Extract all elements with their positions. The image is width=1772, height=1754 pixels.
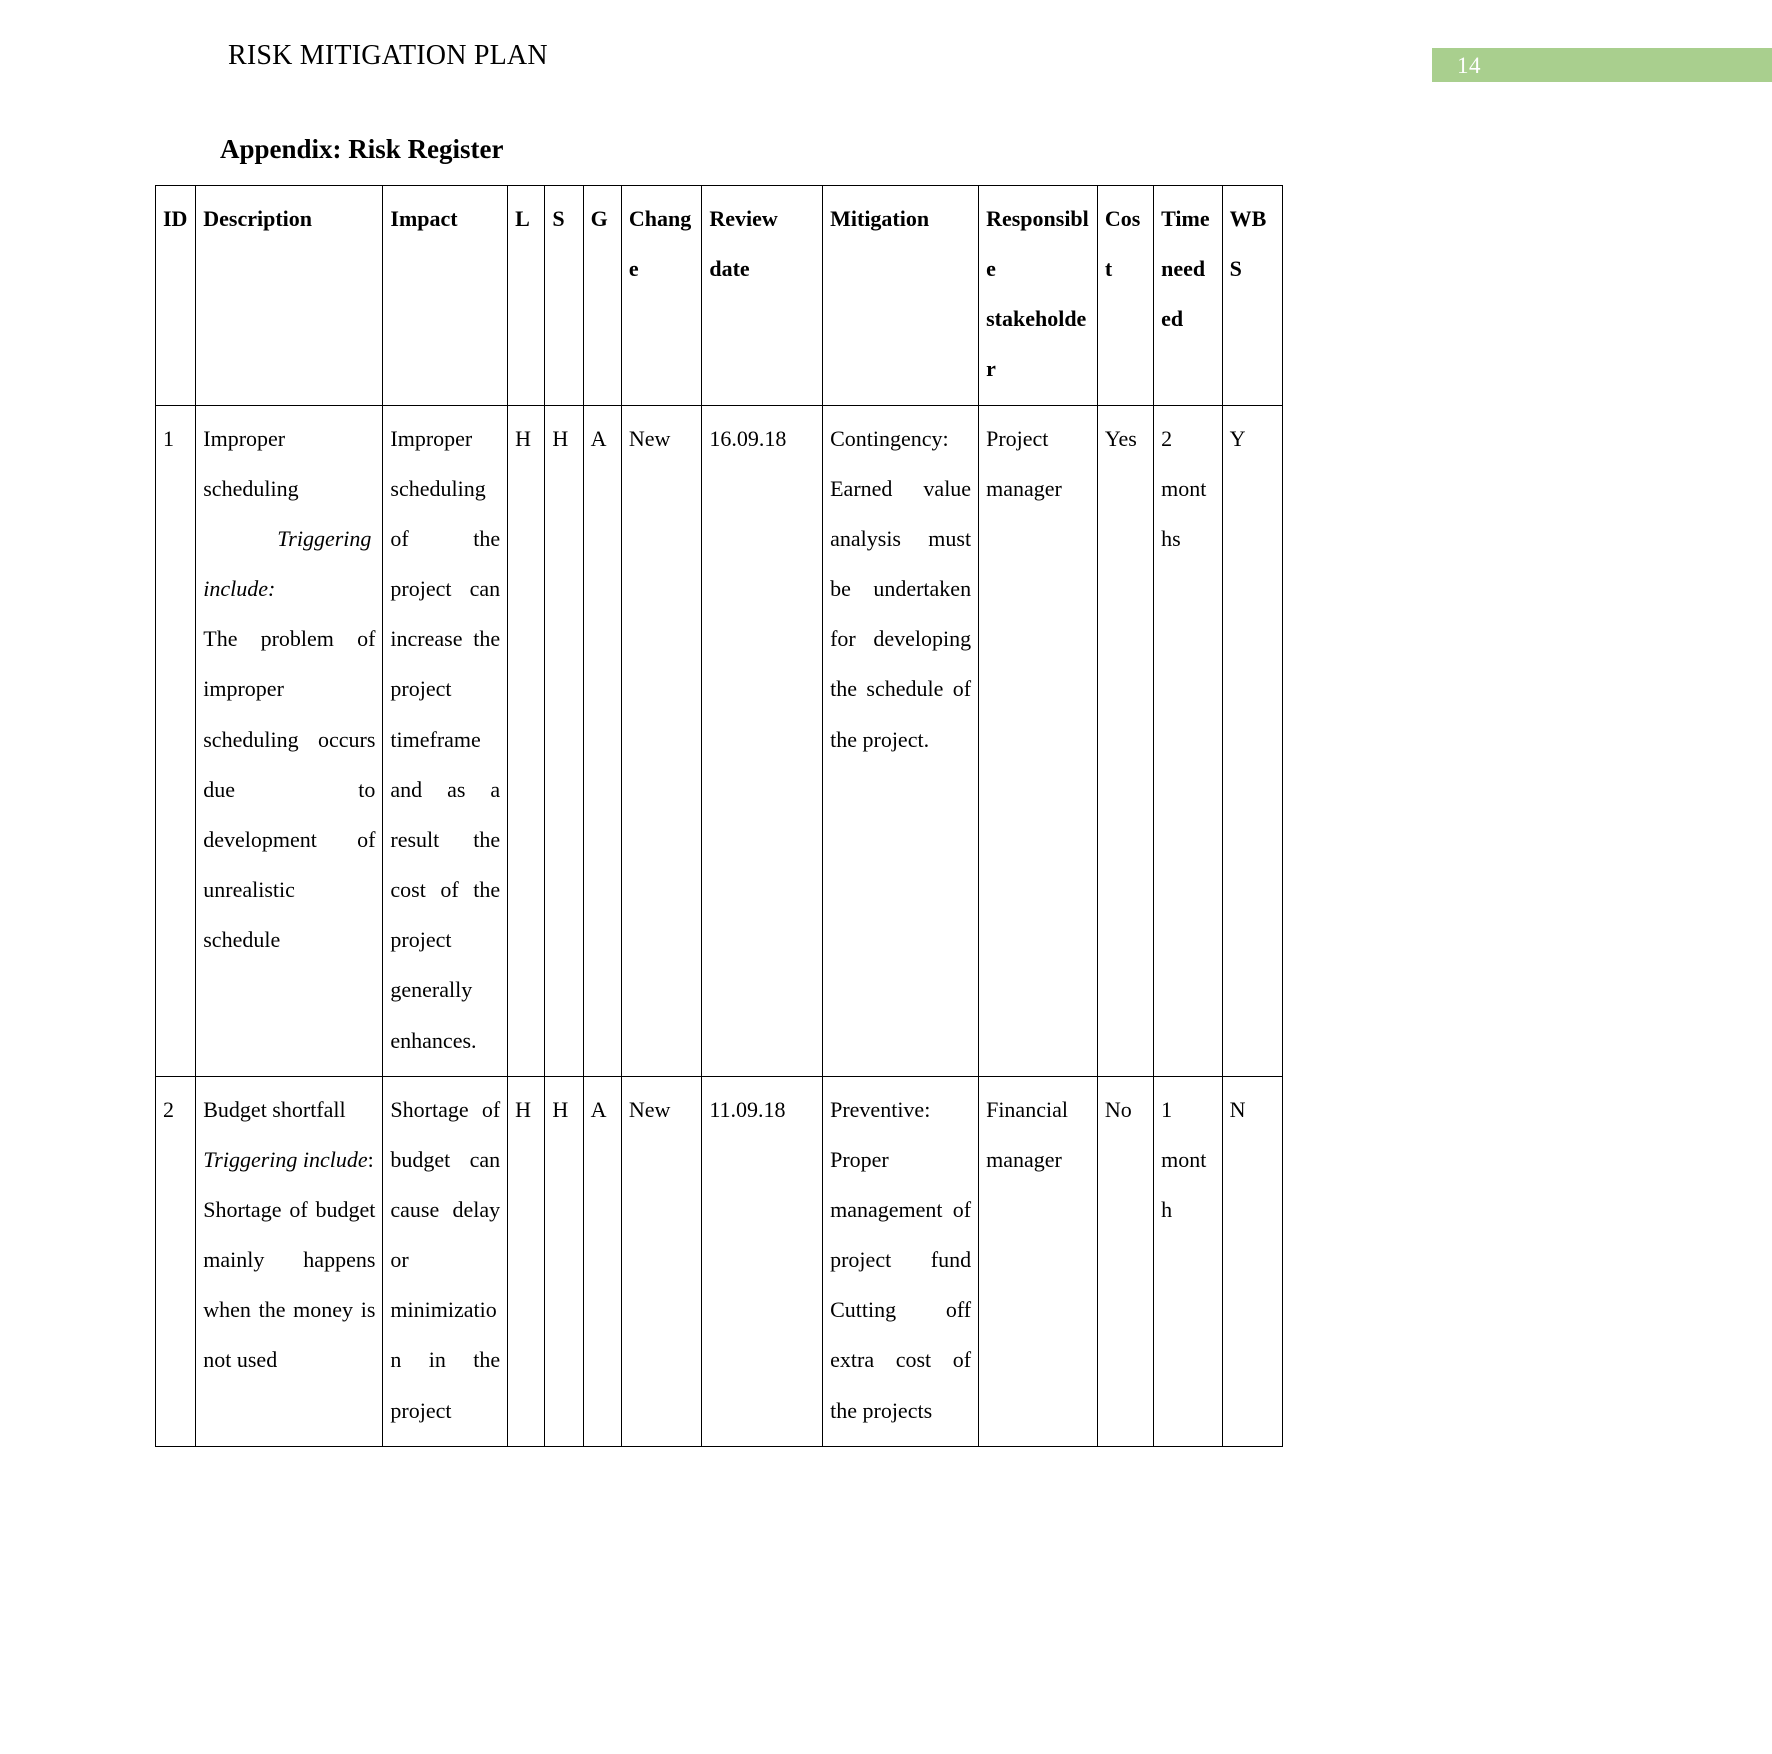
appendix-title: Appendix: Risk Register bbox=[220, 134, 504, 164]
column-header-time-needed: Time needed bbox=[1153, 185, 1223, 406]
table-row: 2 Budget shortfall Triggering include: S… bbox=[154, 1075, 1284, 1447]
risk-register-table: ID Description Impact L S G Change Revie… bbox=[154, 185, 1284, 1447]
page-number: 14 bbox=[1457, 52, 1481, 78]
cell-impact: Improper scheduling of the project can i… bbox=[382, 404, 509, 1077]
column-header-review-date: Review date bbox=[701, 185, 824, 406]
cell-responsible-stakeholder: Financial manager bbox=[978, 1075, 1098, 1447]
cell-severity: H bbox=[544, 1075, 584, 1447]
column-header-impact: Impact bbox=[382, 185, 509, 406]
cell-cost: No bbox=[1096, 1075, 1155, 1447]
cell-description: Improper scheduling Triggering include: … bbox=[195, 404, 384, 1077]
cell-time-needed: 1 month bbox=[1153, 1075, 1223, 1447]
column-header-change: Change bbox=[620, 185, 703, 406]
cell-cost: Yes bbox=[1096, 404, 1155, 1077]
risk-register-table-container: ID Description Impact L S G Change Revie… bbox=[154, 185, 1284, 1447]
description-trigger-label: Triggering include bbox=[203, 1146, 368, 1172]
description-trigger-line: Triggering include: bbox=[203, 1135, 375, 1185]
cell-wbs: N bbox=[1221, 1075, 1284, 1447]
cell-likelihood: H bbox=[507, 1075, 546, 1447]
cell-mitigation: Contingency: Earned value analysis must … bbox=[822, 404, 980, 1077]
column-header-severity: S bbox=[544, 185, 584, 406]
description-body: Shortage of budget mainly happens when t… bbox=[203, 1196, 376, 1373]
cell-change: New bbox=[620, 1075, 703, 1447]
column-header-id: ID bbox=[154, 185, 197, 406]
running-header: RISK MITIGATION PLAN bbox=[228, 40, 548, 71]
cell-wbs: Y bbox=[1221, 404, 1284, 1077]
column-header-description: Description bbox=[195, 185, 384, 406]
column-header-cost: Cost bbox=[1096, 185, 1155, 406]
cell-responsible-stakeholder: Project manager bbox=[978, 404, 1098, 1077]
cell-mitigation: Preventive: Proper management of project… bbox=[822, 1075, 980, 1447]
column-header-likelihood: L bbox=[507, 185, 546, 406]
table-row: 1 Improper scheduling Triggering include… bbox=[154, 404, 1284, 1077]
cell-grade: A bbox=[582, 1075, 622, 1447]
description-body: The problem of improper scheduling occur… bbox=[203, 626, 376, 953]
table-header-row: ID Description Impact L S G Change Revie… bbox=[154, 185, 1284, 406]
cell-review-date: 11.09.18 bbox=[701, 1075, 824, 1447]
description-trigger-colon: : bbox=[367, 1146, 374, 1172]
cell-grade: A bbox=[582, 404, 622, 1077]
description-trigger-label: Triggering include: bbox=[203, 525, 372, 602]
cell-change: New bbox=[620, 404, 703, 1077]
cell-review-date: 16.09.18 bbox=[701, 404, 824, 1077]
column-header-wbs: WBS bbox=[1221, 185, 1284, 406]
cell-time-needed: 2 months bbox=[1153, 404, 1223, 1077]
cell-severity: H bbox=[544, 404, 584, 1077]
column-header-mitigation: Mitigation bbox=[822, 185, 980, 406]
cell-id: 2 bbox=[154, 1075, 197, 1447]
cell-impact: Shortage of budget can cause delay or mi… bbox=[382, 1075, 509, 1447]
column-header-grade: G bbox=[582, 185, 622, 406]
description-title: Budget shortfall bbox=[203, 1096, 346, 1122]
page-number-banner: 14 bbox=[1432, 48, 1772, 82]
cell-likelihood: H bbox=[507, 404, 546, 1077]
description-title: Improper scheduling bbox=[203, 425, 299, 501]
cell-description: Budget shortfall Triggering include: Sho… bbox=[195, 1075, 384, 1447]
column-header-responsible-stakeholder: Responsible stakeholder bbox=[978, 185, 1098, 406]
cell-id: 1 bbox=[154, 404, 197, 1077]
